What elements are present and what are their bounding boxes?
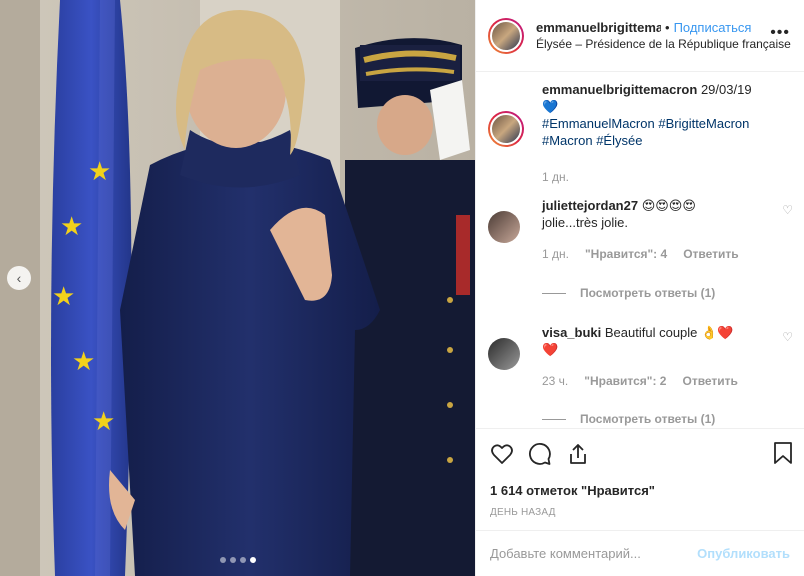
caption: emmanuelbrigittemacron 29/03/19 💙 #Emman…: [476, 77, 798, 186]
comment-age: 1 дн.: [542, 247, 569, 261]
view-replies[interactable]: Посмотреть ответы (1): [542, 286, 715, 300]
carousel-dot: [240, 557, 246, 563]
hashtag-link[interactable]: #BrigitteMacron: [658, 116, 749, 131]
heart-icon[interactable]: [490, 442, 514, 466]
comment-age: 23 ч.: [542, 374, 569, 388]
separator: •: [665, 19, 670, 35]
svg-text:★: ★: [92, 407, 115, 437]
post-comment-button[interactable]: Опубликовать: [697, 546, 790, 561]
caption-emoji: 💙: [542, 99, 559, 114]
hashtag-link[interactable]: #EmmanuelMacron: [542, 116, 655, 131]
carousel-prev-button[interactable]: ‹: [7, 266, 31, 290]
comment-emoji: ❤️: [542, 342, 559, 357]
comment-icon[interactable]: [528, 442, 552, 466]
comment-item: juliettejordan27 😍😍😍😍 jolie...très jolie…: [488, 197, 793, 263]
bookmark-icon[interactable]: [772, 441, 794, 470]
caption-username[interactable]: emmanuelbrigittemacron: [542, 82, 697, 97]
svg-text:★: ★: [60, 212, 83, 242]
post-header: emmanuelbrigittemacron • Подписаться Ély…: [476, 0, 804, 72]
likes-count[interactable]: 1 614 отметок "Нравится": [490, 483, 790, 498]
caption-age: 1 дн.: [542, 170, 569, 184]
comment-emoji: 👌❤️: [701, 325, 734, 340]
svg-text:★: ★: [52, 282, 75, 312]
reply-button[interactable]: Ответить: [682, 373, 737, 390]
comment-username[interactable]: juliettejordan27: [542, 198, 638, 213]
avatar[interactable]: [488, 17, 524, 54]
post-actions: 1 614 отметок "Нравится" ДЕНЬ НАЗАД: [476, 428, 804, 518]
carousel-dot-active: [250, 557, 256, 563]
carousel-indicator: [220, 557, 256, 563]
avatar[interactable]: [488, 111, 524, 147]
hashtag-link[interactable]: #Macron: [542, 133, 593, 148]
view-replies-label: Посмотреть ответы (1): [580, 412, 716, 426]
hashtag-link[interactable]: #Élysée: [596, 133, 642, 148]
post-time: ДЕНЬ НАЗАД: [490, 507, 556, 518]
avatar[interactable]: [488, 338, 520, 370]
comment-text: jolie...très jolie.: [542, 215, 628, 230]
avatar[interactable]: [488, 211, 520, 243]
comment-input[interactable]: Добавьте комментарий...: [490, 546, 697, 561]
comment-emoji: 😍😍😍😍: [641, 198, 696, 213]
comments-list[interactable]: emmanuelbrigittemacron 29/03/19 💙 #Emman…: [476, 73, 804, 428]
view-replies[interactable]: Посмотреть ответы (1): [542, 412, 715, 426]
post-details-panel: emmanuelbrigittemacron • Подписаться Ély…: [475, 0, 804, 576]
carousel-dot: [230, 557, 236, 563]
svg-text:★: ★: [72, 347, 95, 377]
carousel-dot: [220, 557, 226, 563]
add-comment-bar: Добавьте комментарий... Опубликовать: [476, 530, 804, 576]
reply-button[interactable]: Ответить: [683, 246, 738, 263]
share-icon[interactable]: [566, 442, 590, 466]
comment-like-icon[interactable]: ♡: [782, 330, 793, 344]
post-photo[interactable]: ★ ★ ★ ★ ★ ‹: [0, 0, 475, 576]
view-replies-label: Посмотреть ответы (1): [580, 286, 716, 300]
comment-like-icon[interactable]: ♡: [782, 203, 793, 217]
chevron-left-icon: ‹: [16, 270, 22, 286]
caption-date: 29/03/19: [700, 82, 752, 97]
comment-likes[interactable]: "Нравится": 2: [584, 373, 666, 390]
comment-likes[interactable]: "Нравится": 4: [585, 246, 667, 263]
location-link[interactable]: Élysée – Présidence de la République fra…: [536, 36, 791, 53]
comment-username[interactable]: visa_buki: [542, 325, 601, 340]
header-username[interactable]: emmanuelbrigittemacron: [536, 19, 661, 36]
photo-illustration: ★ ★ ★ ★ ★: [0, 0, 475, 576]
comment-text: Beautiful couple: [604, 325, 698, 340]
follow-button[interactable]: Подписаться: [674, 19, 752, 36]
comment-item: visa_buki Beautiful couple 👌❤️ ❤️ 23 ч. …: [488, 324, 793, 390]
svg-text:★: ★: [88, 157, 111, 187]
more-icon[interactable]: •••: [770, 24, 790, 42]
